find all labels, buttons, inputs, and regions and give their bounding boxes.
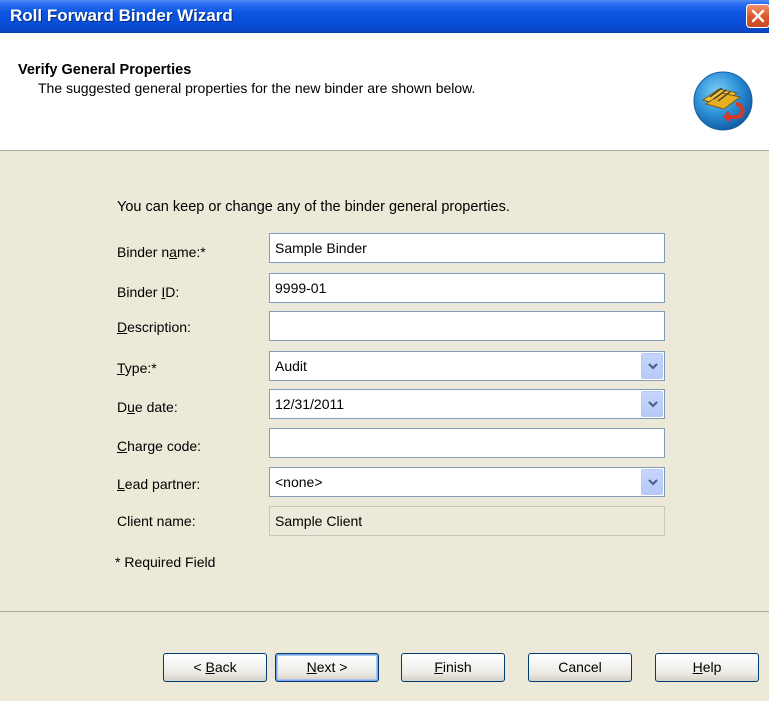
type-dropdown-button[interactable]: [641, 353, 663, 379]
title-bar: Roll Forward Binder Wizard: [0, 0, 769, 33]
page-subtitle: The suggested general properties for the…: [38, 80, 476, 96]
lead-partner-label: Lead partner:: [117, 476, 201, 492]
binder-wizard-icon: [693, 71, 753, 131]
close-button[interactable]: [746, 4, 769, 28]
binder-name-label: Binder name:*: [117, 244, 206, 260]
binder-id-field[interactable]: 9999-01: [269, 273, 665, 303]
type-label: Type:*: [117, 360, 157, 376]
client-name-field: Sample Client: [269, 506, 665, 536]
page-title: Verify General Properties: [18, 62, 192, 78]
binder-name-field[interactable]: Sample Binder: [269, 233, 665, 263]
description-field[interactable]: [269, 311, 665, 341]
intro-text: You can keep or change any of the binder…: [117, 199, 510, 215]
wizard-content: You can keep or change any of the binder…: [0, 151, 769, 611]
wizard-header: Verify General Properties The suggested …: [0, 33, 769, 151]
lead-partner-dropdown-button[interactable]: [641, 469, 663, 495]
window-title: Roll Forward Binder Wizard: [10, 6, 233, 25]
lead-partner-select[interactable]: <none>: [269, 467, 665, 497]
binder-id-label: Binder ID:: [117, 284, 180, 300]
due-date-label: Due date:: [117, 399, 178, 415]
charge-code-label: Charge code:: [117, 438, 202, 454]
close-icon: [751, 9, 765, 23]
help-button[interactable]: Help: [655, 653, 759, 682]
due-date-dropdown-button[interactable]: [641, 391, 663, 417]
button-bar: < Back Next > Finish Cancel Help: [0, 611, 769, 701]
chevron-down-icon: [648, 401, 658, 408]
finish-button[interactable]: Finish: [401, 653, 505, 682]
due-date-picker[interactable]: 12/31/2011: [269, 389, 665, 419]
back-button[interactable]: < Back: [163, 653, 267, 682]
description-label: Description:: [117, 319, 191, 335]
chevron-down-icon: [648, 363, 658, 370]
cancel-button[interactable]: Cancel: [528, 653, 632, 682]
type-select[interactable]: Audit: [269, 351, 665, 381]
required-field-note: * Required Field: [115, 554, 216, 570]
client-name-label: Client name:: [117, 513, 196, 529]
chevron-down-icon: [648, 479, 658, 486]
next-button[interactable]: Next >: [275, 653, 379, 682]
charge-code-field[interactable]: [269, 428, 665, 458]
